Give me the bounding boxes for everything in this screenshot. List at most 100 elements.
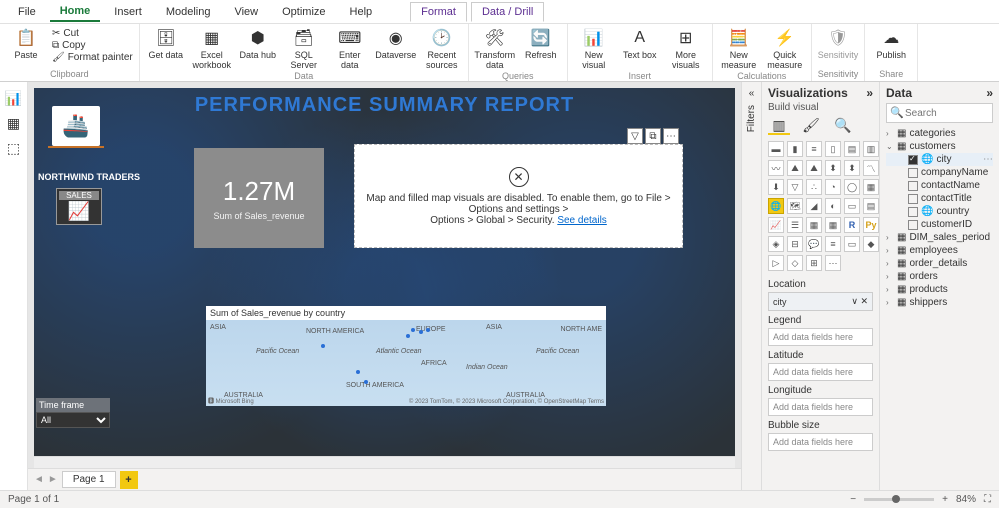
filled-map-icon[interactable]: 🗺	[787, 198, 803, 214]
zoom-out-button[interactable]: −	[850, 494, 856, 505]
build-visual-tab[interactable]: ▥	[768, 117, 790, 135]
copy-button[interactable]: ⧉Copy	[52, 40, 133, 51]
tab-file[interactable]: File	[8, 3, 46, 21]
field-dropdown-icon[interactable]: ∨ ✕	[851, 296, 868, 307]
key-influencer-icon[interactable]: ◈	[768, 236, 784, 252]
line-col2-icon[interactable]: ⬍	[844, 160, 860, 176]
longitude-well[interactable]: Add data fields here	[768, 398, 873, 416]
tab-modeling[interactable]: Modeling	[156, 3, 221, 21]
stacked-bar-icon[interactable]: ▬	[768, 141, 784, 157]
tab-view[interactable]: View	[224, 3, 268, 21]
cut-button[interactable]: ✂Cut	[52, 28, 133, 39]
analytics-tab[interactable]: 🔍	[832, 117, 854, 135]
tab-insert[interactable]: Insert	[104, 3, 152, 21]
publish-button[interactable]: ☁Publish	[871, 28, 911, 60]
prev-page-button[interactable]: ◄	[34, 474, 44, 485]
zoom-in-button[interactable]: +	[942, 494, 948, 505]
stacked-column-icon[interactable]: ▮	[787, 141, 803, 157]
table-shippers[interactable]: ›▦shippers	[886, 296, 993, 309]
quick-measure-button[interactable]: ⚡Quick measure	[765, 28, 805, 70]
table-orders[interactable]: ›▦orders	[886, 270, 993, 283]
checkbox[interactable]	[908, 220, 918, 230]
field-contacttitle[interactable]: contactTitle	[886, 192, 993, 205]
field-companyname[interactable]: companyName	[886, 166, 993, 179]
paginated-icon[interactable]: ▭	[844, 236, 860, 252]
field-country[interactable]: 🌐country	[886, 205, 993, 218]
area-icon[interactable]: ⛰	[787, 160, 803, 176]
dataverse-button[interactable]: ◉Dataverse	[376, 28, 416, 60]
map-visual[interactable]: Sum of Sales_revenue by country ASIA NOR…	[206, 306, 606, 406]
data-hub-button[interactable]: ⬢Data hub	[238, 28, 278, 60]
custom1-icon[interactable]: ◇	[787, 255, 803, 271]
matrix-icon[interactable]: ▦	[825, 217, 841, 233]
powerapps-icon[interactable]: ◆	[863, 236, 879, 252]
focus-icon[interactable]: ⧉	[645, 128, 661, 144]
table-dim[interactable]: ›▦DIM_sales_period	[886, 231, 993, 244]
table-orderdetails[interactable]: ›▦order_details	[886, 257, 993, 270]
qna-icon[interactable]: 💬	[806, 236, 822, 252]
gauge-icon[interactable]: ◐	[825, 198, 841, 214]
sensitivity-button[interactable]: 🛡Sensitivity	[818, 28, 858, 60]
new-measure-button[interactable]: 🧮New measure	[719, 28, 759, 70]
report-canvas[interactable]: PERFORMANCE SUMMARY REPORT 🚢 NORTHWIND T…	[34, 88, 735, 456]
timeframe-select[interactable]: All	[36, 412, 110, 428]
enter-data-button[interactable]: ⌨Enter data	[330, 28, 370, 70]
checkbox[interactable]	[908, 181, 918, 191]
more-visuals-button[interactable]: ⊞More visuals	[666, 28, 706, 70]
tab-optimize[interactable]: Optimize	[272, 3, 335, 21]
slicer-icon[interactable]: ☰	[787, 217, 803, 233]
close-icon[interactable]: ✕	[509, 167, 529, 187]
transform-data-button[interactable]: 🛠Transform data	[475, 28, 515, 70]
r-visual-icon[interactable]: R	[844, 217, 860, 233]
checkbox[interactable]	[908, 194, 918, 204]
sql-button[interactable]: 🗃SQL Server	[284, 28, 324, 70]
get-more-visuals-icon[interactable]: ⋯	[825, 255, 841, 271]
tab-datadrill[interactable]: Data / Drill	[471, 2, 544, 22]
timeframe-slicer[interactable]: Time frame All	[36, 398, 110, 428]
field-customerid[interactable]: customerID	[886, 218, 993, 231]
field-city[interactable]: 🌐city⋯	[886, 153, 993, 166]
page-tab-1[interactable]: Page 1	[62, 471, 116, 488]
excel-button[interactable]: ▦Excel workbook	[192, 28, 232, 70]
table-products[interactable]: ›▦products	[886, 283, 993, 296]
tab-format[interactable]: Format	[410, 2, 467, 22]
paste-button[interactable]: 📋Paste	[6, 28, 46, 60]
collapse-data-icon[interactable]: »	[986, 86, 993, 100]
format-painter-button[interactable]: 🖌Format painter	[52, 52, 133, 63]
filter-icon[interactable]: ▽	[627, 128, 643, 144]
kpi-card[interactable]: 1.27M Sum of Sales_revenue	[194, 148, 324, 248]
data-view-icon[interactable]: ▦	[7, 115, 20, 132]
recent-sources-button[interactable]: 🕑Recent sources	[422, 28, 462, 70]
checkbox[interactable]	[908, 207, 918, 217]
multicard-icon[interactable]: ▤	[863, 198, 879, 214]
donut-icon[interactable]: ◯	[844, 179, 860, 195]
pie-icon[interactable]: ◔	[825, 179, 841, 195]
waterfall-icon[interactable]: ⬇	[768, 179, 784, 195]
latitude-well[interactable]: Add data fields here	[768, 363, 873, 381]
legend-well[interactable]: Add data fields here	[768, 328, 873, 346]
field-more-icon[interactable]: ⋯	[983, 154, 993, 165]
custom2-icon[interactable]: ⊞	[806, 255, 822, 271]
powerautomate-icon[interactable]: ▷	[768, 255, 784, 271]
clustered-bar-icon[interactable]: ≡	[806, 141, 822, 157]
more-options-icon[interactable]: ⋯	[663, 128, 679, 144]
map-icon[interactable]: 🌐	[768, 198, 784, 214]
map-visual-disabled[interactable]: ✕ Map and filled map visuals are disable…	[354, 144, 683, 248]
py-visual-icon[interactable]: Py	[863, 217, 879, 233]
tab-help[interactable]: Help	[340, 3, 383, 21]
table-employees[interactable]: ›▦employees	[886, 244, 993, 257]
stacked-area-icon[interactable]: ⛰	[806, 160, 822, 176]
report-view-icon[interactable]: 📊	[5, 90, 22, 107]
field-contactname[interactable]: contactName	[886, 179, 993, 192]
collapse-vis-icon[interactable]: »	[866, 86, 873, 100]
get-data-button[interactable]: 🗄Get data	[146, 28, 186, 60]
scatter-icon[interactable]: ∴	[806, 179, 822, 195]
kpi-icon[interactable]: 📈	[768, 217, 784, 233]
horizontal-scrollbar[interactable]	[34, 456, 735, 468]
add-page-button[interactable]: +	[120, 471, 138, 489]
funnel-icon[interactable]: ▽	[787, 179, 803, 195]
checkbox[interactable]	[908, 168, 918, 178]
next-page-button[interactable]: ►	[48, 474, 58, 485]
azure-map-icon[interactable]: ◢	[806, 198, 822, 214]
table-customers[interactable]: ⌄▦customers	[886, 140, 993, 153]
